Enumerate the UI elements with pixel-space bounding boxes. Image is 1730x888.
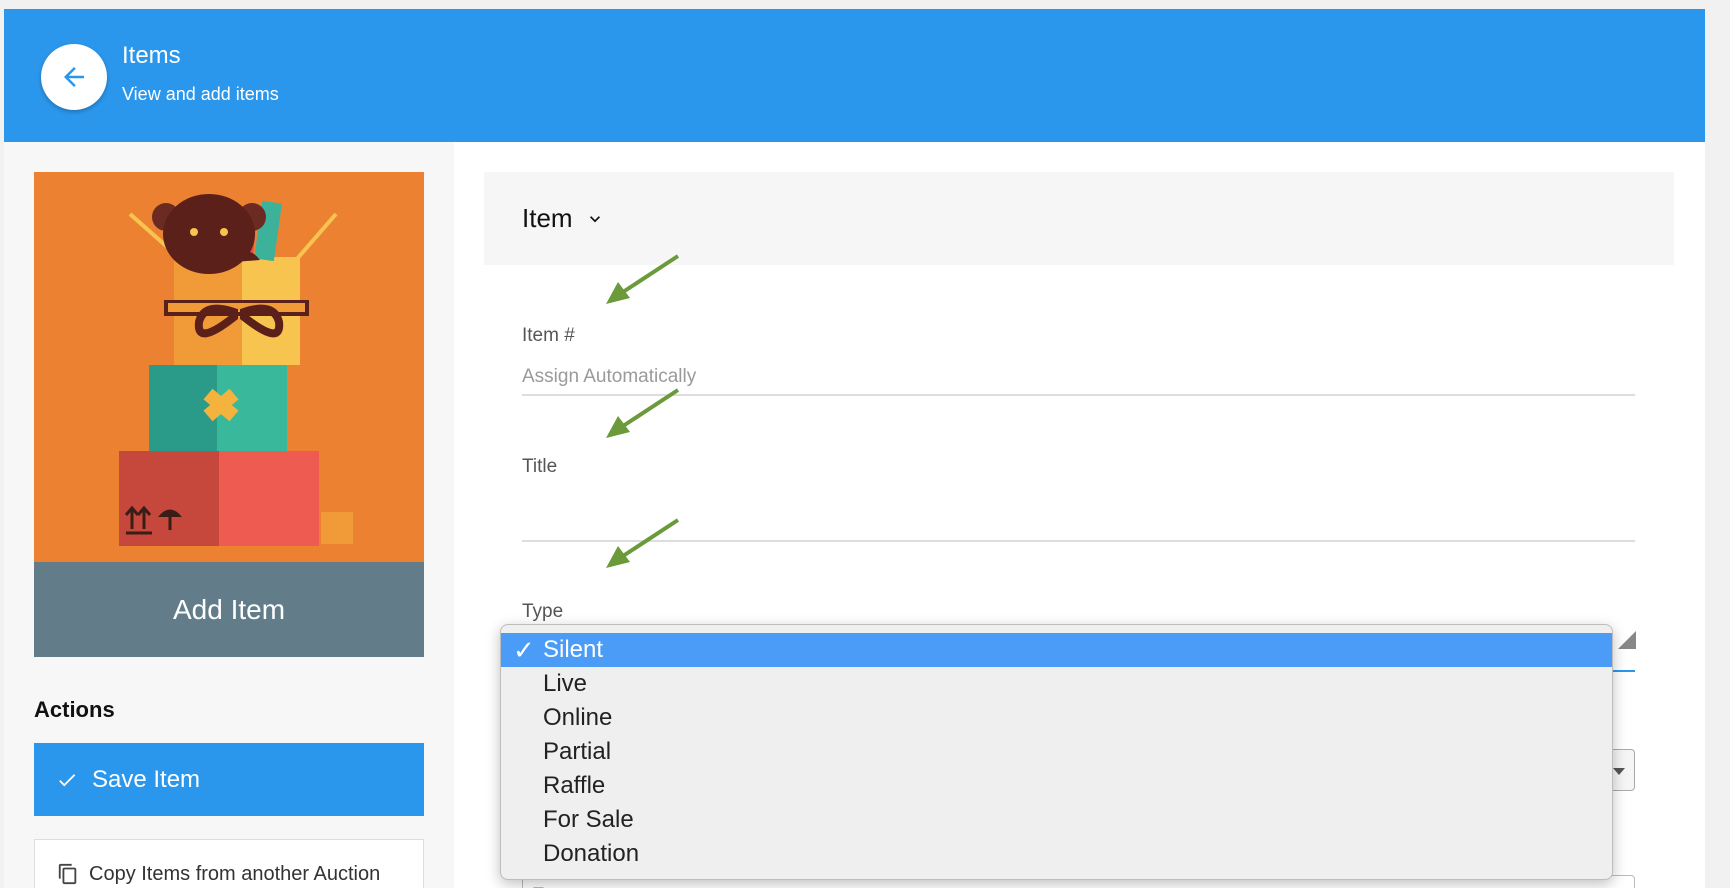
page-header: Items View and add items xyxy=(4,9,1705,142)
type-dropdown-menu[interactable]: ✓ Silent Live Online Partial Raffle For … xyxy=(500,624,1613,880)
type-option-label: Online xyxy=(543,704,613,731)
gift-boxes-illustration xyxy=(34,172,424,562)
chevron-down-icon xyxy=(589,215,600,222)
type-label: Type xyxy=(522,601,564,622)
type-option-raffle[interactable]: Raffle xyxy=(501,769,1612,803)
arrow-left-icon xyxy=(64,67,84,87)
app-window: Items View and add items Add Item Action… xyxy=(4,9,1705,888)
save-item-button[interactable]: Save Item xyxy=(34,743,424,816)
item-number-input[interactable]: Assign Automatically xyxy=(522,366,696,388)
check-icon xyxy=(59,773,76,786)
green-arrow-icon xyxy=(606,518,680,568)
copy-items-button[interactable]: Copy Items from another Auction xyxy=(34,839,424,888)
item-number-label: Item # xyxy=(522,325,575,346)
title-label: Title xyxy=(522,456,558,477)
type-option-label: Raffle xyxy=(543,772,606,799)
copy-items-label: Copy Items from another Auction xyxy=(89,862,381,885)
page-subtitle: View and add items xyxy=(122,84,279,104)
copy-icon xyxy=(58,863,77,885)
type-option-label: Donation xyxy=(543,840,640,867)
checkmark-icon: ✓ xyxy=(513,635,535,665)
type-option-label: For Sale xyxy=(543,806,634,833)
add-item-button[interactable]: Add Item xyxy=(34,562,424,657)
save-item-label: Save Item xyxy=(92,765,201,793)
type-select-arrow[interactable] xyxy=(1618,631,1636,649)
type-option-partial[interactable]: Partial xyxy=(501,735,1612,769)
type-option-live[interactable]: Live xyxy=(501,667,1612,701)
item-number-underline xyxy=(522,394,1635,396)
type-option-label: Live xyxy=(543,670,588,697)
type-option-silent[interactable]: ✓ Silent xyxy=(501,633,1612,667)
type-option-label: Silent xyxy=(543,636,604,663)
type-option-label: Partial xyxy=(543,738,612,765)
green-arrow-icon xyxy=(606,388,680,438)
section-title: Item xyxy=(522,203,573,233)
actions-heading: Actions xyxy=(34,697,115,722)
type-option-online[interactable]: Online xyxy=(501,701,1612,735)
item-image[interactable] xyxy=(34,172,424,562)
type-option-donation[interactable]: Donation xyxy=(501,837,1612,871)
green-arrow-icon xyxy=(606,254,680,304)
back-button[interactable] xyxy=(41,44,107,110)
type-option-for-sale[interactable]: For Sale xyxy=(501,803,1612,837)
page-title: Items xyxy=(122,42,181,69)
title-input[interactable] xyxy=(522,540,1635,542)
left-sidebar: Add Item Actions Save Item Copy Items fr… xyxy=(4,142,454,888)
